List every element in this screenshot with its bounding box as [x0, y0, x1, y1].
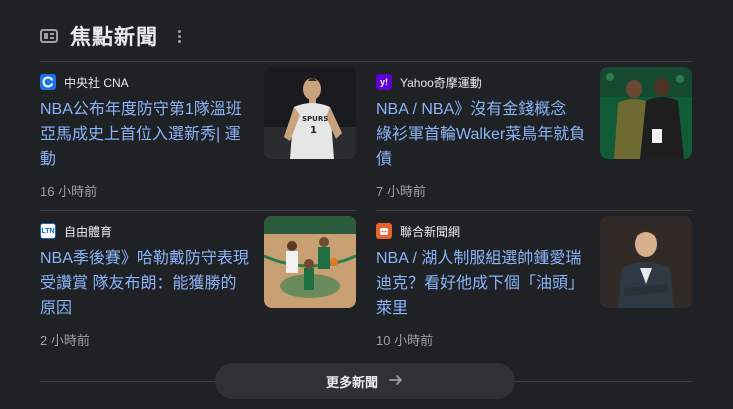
newspaper-icon — [40, 29, 58, 43]
source-name: 自由體育 — [64, 224, 113, 239]
header-divider — [40, 61, 692, 62]
headline-link[interactable]: NBA公布年度防守第1隊溫班亞馬成史上首位入選新秀| 運動 — [40, 97, 250, 172]
news-card-4[interactable]: 聯合新聞網 NBA / 湖人制服組選帥鍾愛瑞迪克？看好他成下個「油頭」萊里 10… — [376, 216, 692, 363]
yahoo-logo-icon: y! — [376, 74, 392, 90]
source-row: LTN 自由體育 — [40, 223, 112, 239]
udn-logo-icon — [376, 223, 392, 239]
source-name: 聯合新聞網 — [400, 224, 461, 239]
source-row: 聯合新聞網 — [376, 223, 460, 239]
thumbnail-image[interactable] — [600, 216, 692, 308]
row-divider-right — [376, 210, 692, 211]
source-name: 中央社 CNA — [64, 75, 129, 90]
arrow-right-icon — [388, 372, 404, 391]
news-card-2[interactable]: y! Yahoo奇摩運動 NBA / NBA》沒有金錢概念 綠衫軍首輪Walke… — [376, 67, 692, 214]
more-options-icon[interactable] — [172, 26, 186, 46]
headline-link[interactable]: NBA / NBA》沒有金錢概念 綠衫軍首輪Walker菜鳥年就負債 — [376, 97, 586, 172]
thumbnail-image[interactable] — [600, 67, 692, 159]
news-card-1[interactable]: 中央社 CNA NBA公布年度防守第1隊溫班亞馬成史上首位入選新秀| 運動 16… — [40, 67, 356, 214]
headline-link[interactable]: NBA / 湖人制服組選帥鍾愛瑞迪克？看好他成下個「油頭」萊里 — [376, 246, 586, 321]
svg-text:SPURS: SPURS — [302, 115, 328, 123]
headline-link[interactable]: NBA季後賽》哈勒戴防守表現受讚賞 隊友布朗：能獲勝的原因 — [40, 246, 250, 321]
timestamp: 16 小時前 — [40, 184, 98, 199]
source-row: y! Yahoo奇摩運動 — [376, 74, 482, 90]
top-stories-panel: 焦點新聞 中央社 CNA NBA公布年度防守第1隊溫班亞馬成史上首位入選新秀| … — [22, 0, 712, 409]
ltn-logo-icon: LTN — [40, 223, 56, 239]
thumbnail-image[interactable]: SPURS 1 — [264, 67, 356, 159]
source-row: 中央社 CNA — [40, 74, 129, 90]
source-name: Yahoo奇摩運動 — [400, 75, 482, 90]
thumbnail-image[interactable] — [264, 216, 356, 308]
section-header: 焦點新聞 — [40, 22, 186, 50]
more-news-label: 更多新聞 — [325, 374, 378, 390]
row-divider-left — [40, 210, 356, 211]
svg-text:1: 1 — [310, 125, 317, 136]
more-news-button[interactable]: 更多新聞 — [215, 363, 515, 399]
section-title: 焦點新聞 — [70, 26, 158, 49]
timestamp: 2 小時前 — [40, 333, 90, 348]
news-card-3[interactable]: LTN 自由體育 NBA季後賽》哈勒戴防守表現受讚賞 隊友布朗：能獲勝的原因 2… — [40, 216, 356, 363]
cna-logo-icon — [40, 74, 56, 90]
timestamp: 10 小時前 — [376, 333, 434, 348]
timestamp: 7 小時前 — [376, 184, 426, 199]
